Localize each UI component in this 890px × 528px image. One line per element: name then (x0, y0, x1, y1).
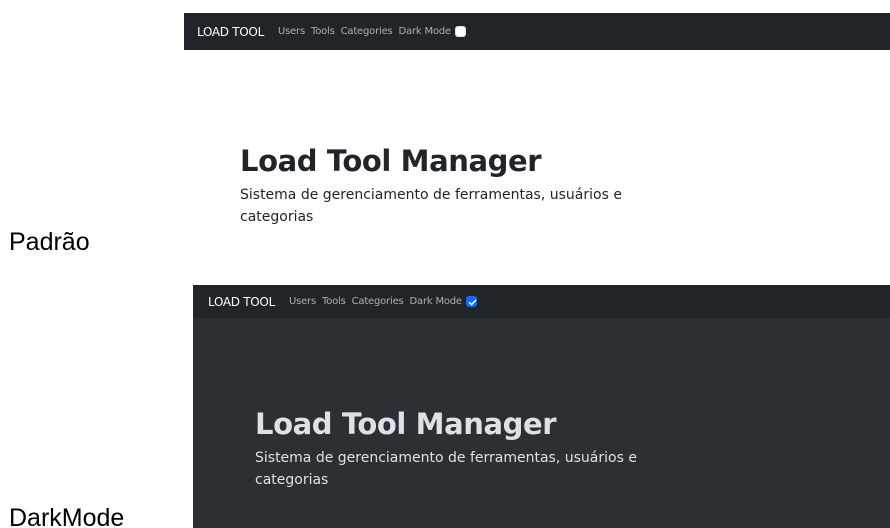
navbar: LOAD TOOL Users Tools Categories Dark Mo… (184, 13, 890, 50)
hero-section: Load Tool Manager Sistema de gerenciamen… (240, 144, 660, 228)
nav-link-categories[interactable]: Categories (352, 296, 404, 307)
navbar: LOAD TOOL Users Tools Categories Dark Mo… (193, 285, 890, 318)
caption-dark: DarkMode (9, 504, 125, 528)
nav-link-users[interactable]: Users (289, 296, 316, 307)
hero-section: Load Tool Manager Sistema de gerenciamen… (255, 407, 675, 491)
nav-link-tools[interactable]: Tools (311, 26, 335, 37)
navbar-brand[interactable]: LOAD TOOL (208, 295, 275, 309)
page-title: Load Tool Manager (255, 407, 557, 441)
dark-mode-screenshot: LOAD TOOL Users Tools Categories Dark Mo… (193, 285, 890, 528)
dark-mode-toggle[interactable]: Dark Mode (410, 296, 477, 307)
nav-link-categories[interactable]: Categories (341, 26, 393, 37)
light-mode-screenshot: LOAD TOOL Users Tools Categories Dark Mo… (184, 13, 890, 282)
dark-mode-toggle[interactable]: Dark Mode (399, 26, 466, 37)
dark-mode-label: Dark Mode (409, 296, 463, 307)
nav-link-tools[interactable]: Tools (322, 296, 346, 307)
dark-mode-checkbox[interactable] (465, 296, 477, 307)
caption-light: Padrão (9, 228, 90, 256)
page-description: Sistema de gerenciamento de ferramentas,… (255, 450, 637, 488)
page-title: Load Tool Manager (240, 144, 542, 178)
dark-mode-checkbox[interactable] (454, 26, 466, 37)
nav-link-users[interactable]: Users (278, 26, 305, 37)
page-description: Sistema de gerenciamento de ferramentas,… (240, 187, 622, 225)
navbar-brand[interactable]: LOAD TOOL (197, 25, 264, 39)
dark-mode-label: Dark Mode (398, 26, 452, 37)
checkmark-icon (468, 299, 477, 306)
comparison-stage: LOAD TOOL Users Tools Categories Dark Mo… (0, 0, 890, 528)
